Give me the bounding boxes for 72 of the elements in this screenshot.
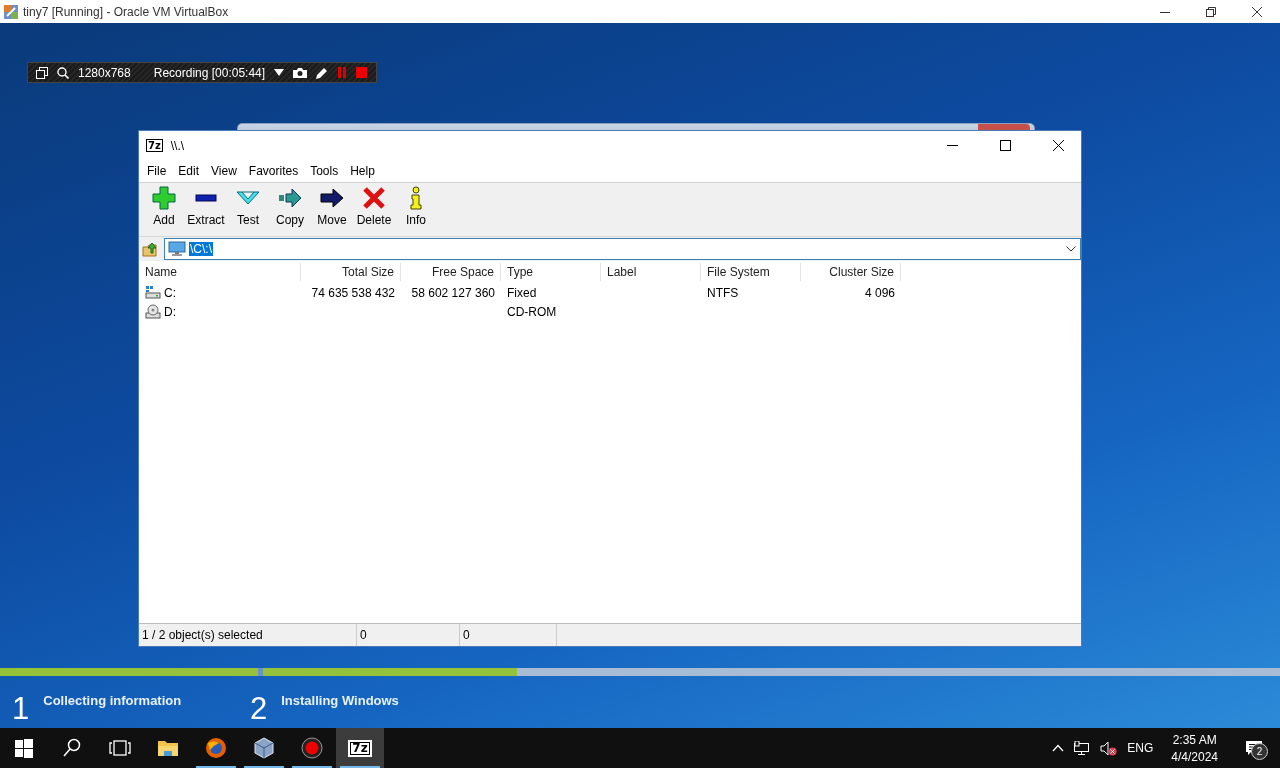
caret-icon[interactable] xyxy=(274,69,285,76)
toolbar-button[interactable]: Extract xyxy=(185,186,227,236)
step-label: Collecting information xyxy=(43,693,182,710)
cube-icon xyxy=(253,737,275,759)
table-cell: Fixed xyxy=(507,285,537,300)
step-label: Installing Windows xyxy=(281,693,399,710)
arrow-icon xyxy=(320,186,344,210)
pause-icon[interactable] xyxy=(337,67,348,78)
toolbar-button[interactable]: Copy xyxy=(269,186,311,236)
address-field[interactable]: \C\:\ xyxy=(164,238,1081,260)
maximize-icon[interactable] xyxy=(1000,140,1011,151)
column-header[interactable]: Cluster Size xyxy=(801,263,901,281)
search-icon xyxy=(61,737,83,759)
status-text: 0 xyxy=(357,624,460,646)
table-cell: CD-ROM xyxy=(507,304,557,319)
column-header[interactable]: Label xyxy=(601,263,701,281)
computer-icon xyxy=(168,241,186,257)
close-icon[interactable] xyxy=(1053,140,1064,151)
network-icon[interactable] xyxy=(1074,740,1091,756)
status-text: 0 xyxy=(460,624,557,646)
close-icon[interactable] xyxy=(1251,5,1263,18)
toolbar-button[interactable]: Move xyxy=(311,186,353,236)
notification-badge: 2 xyxy=(1251,743,1268,760)
record-icon xyxy=(301,737,323,759)
resolution-label: 1280x768 xyxy=(78,65,131,80)
restore-icon[interactable] xyxy=(1205,5,1217,18)
volume-muted-icon[interactable] xyxy=(1100,740,1118,756)
recording-status: Recording [00:05:44] xyxy=(153,65,266,80)
taskbar-button[interactable]: 7z xyxy=(336,728,384,768)
clock-date[interactable]: 4/4/2024 xyxy=(1171,749,1218,764)
arrow-icon xyxy=(278,186,302,210)
disc-drive-icon xyxy=(145,304,161,319)
column-header[interactable]: File System xyxy=(701,263,801,281)
zoom-icon[interactable] xyxy=(57,66,69,79)
drive-name: C: xyxy=(164,285,176,300)
plus-icon xyxy=(152,186,176,210)
app-logo: 7z xyxy=(146,139,163,152)
column-header[interactable]: Type xyxy=(501,263,601,281)
folder-up-icon[interactable] xyxy=(142,241,158,257)
menu-item[interactable]: Tools xyxy=(304,164,345,178)
drive-icon xyxy=(145,285,161,300)
table-cell: 58 602 127 360 xyxy=(411,285,495,300)
menu-item[interactable]: Edit xyxy=(172,164,206,178)
window-title: tiny7 [Running] - Oracle VM VirtualBox xyxy=(23,4,230,19)
stop-icon[interactable] xyxy=(356,67,368,78)
toolbar-button[interactable]: Delete xyxy=(353,186,395,236)
chevron-up-icon[interactable] xyxy=(1052,744,1065,752)
camera-icon[interactable] xyxy=(293,67,308,78)
cross-icon xyxy=(362,186,386,210)
drive-name: D: xyxy=(164,304,176,319)
menu-item[interactable]: File xyxy=(141,164,173,178)
table-cell: NTFS xyxy=(707,285,739,300)
column-header[interactable]: Free Space xyxy=(401,263,501,281)
task-view-icon xyxy=(109,737,131,759)
step-number: 2 xyxy=(250,692,268,726)
menu-item[interactable]: Help xyxy=(344,164,381,178)
pencil-icon[interactable] xyxy=(316,66,329,79)
window-title: \\.\ xyxy=(170,138,186,153)
step-number: 1 xyxy=(12,692,30,726)
menu-item[interactable]: Favorites xyxy=(242,164,305,178)
column-header[interactable]: Name xyxy=(139,263,301,281)
menu-item[interactable]: View xyxy=(205,164,243,178)
clock-time[interactable]: 2:35 AM xyxy=(1172,732,1217,747)
toolbar-button[interactable]: Info xyxy=(395,186,437,236)
column-header[interactable]: Total Size xyxy=(301,263,401,281)
status-text: 1 / 2 object(s) selected xyxy=(139,624,357,646)
toolbar-button[interactable]: Add xyxy=(143,186,185,236)
language-indicator[interactable]: ENG xyxy=(1127,741,1154,755)
table-cell: 4 096 xyxy=(864,285,895,300)
toolbar-button[interactable]: Test xyxy=(227,186,269,236)
dropdown-icon[interactable] xyxy=(1066,246,1076,252)
table-cell: 74 635 538 432 xyxy=(311,285,395,300)
